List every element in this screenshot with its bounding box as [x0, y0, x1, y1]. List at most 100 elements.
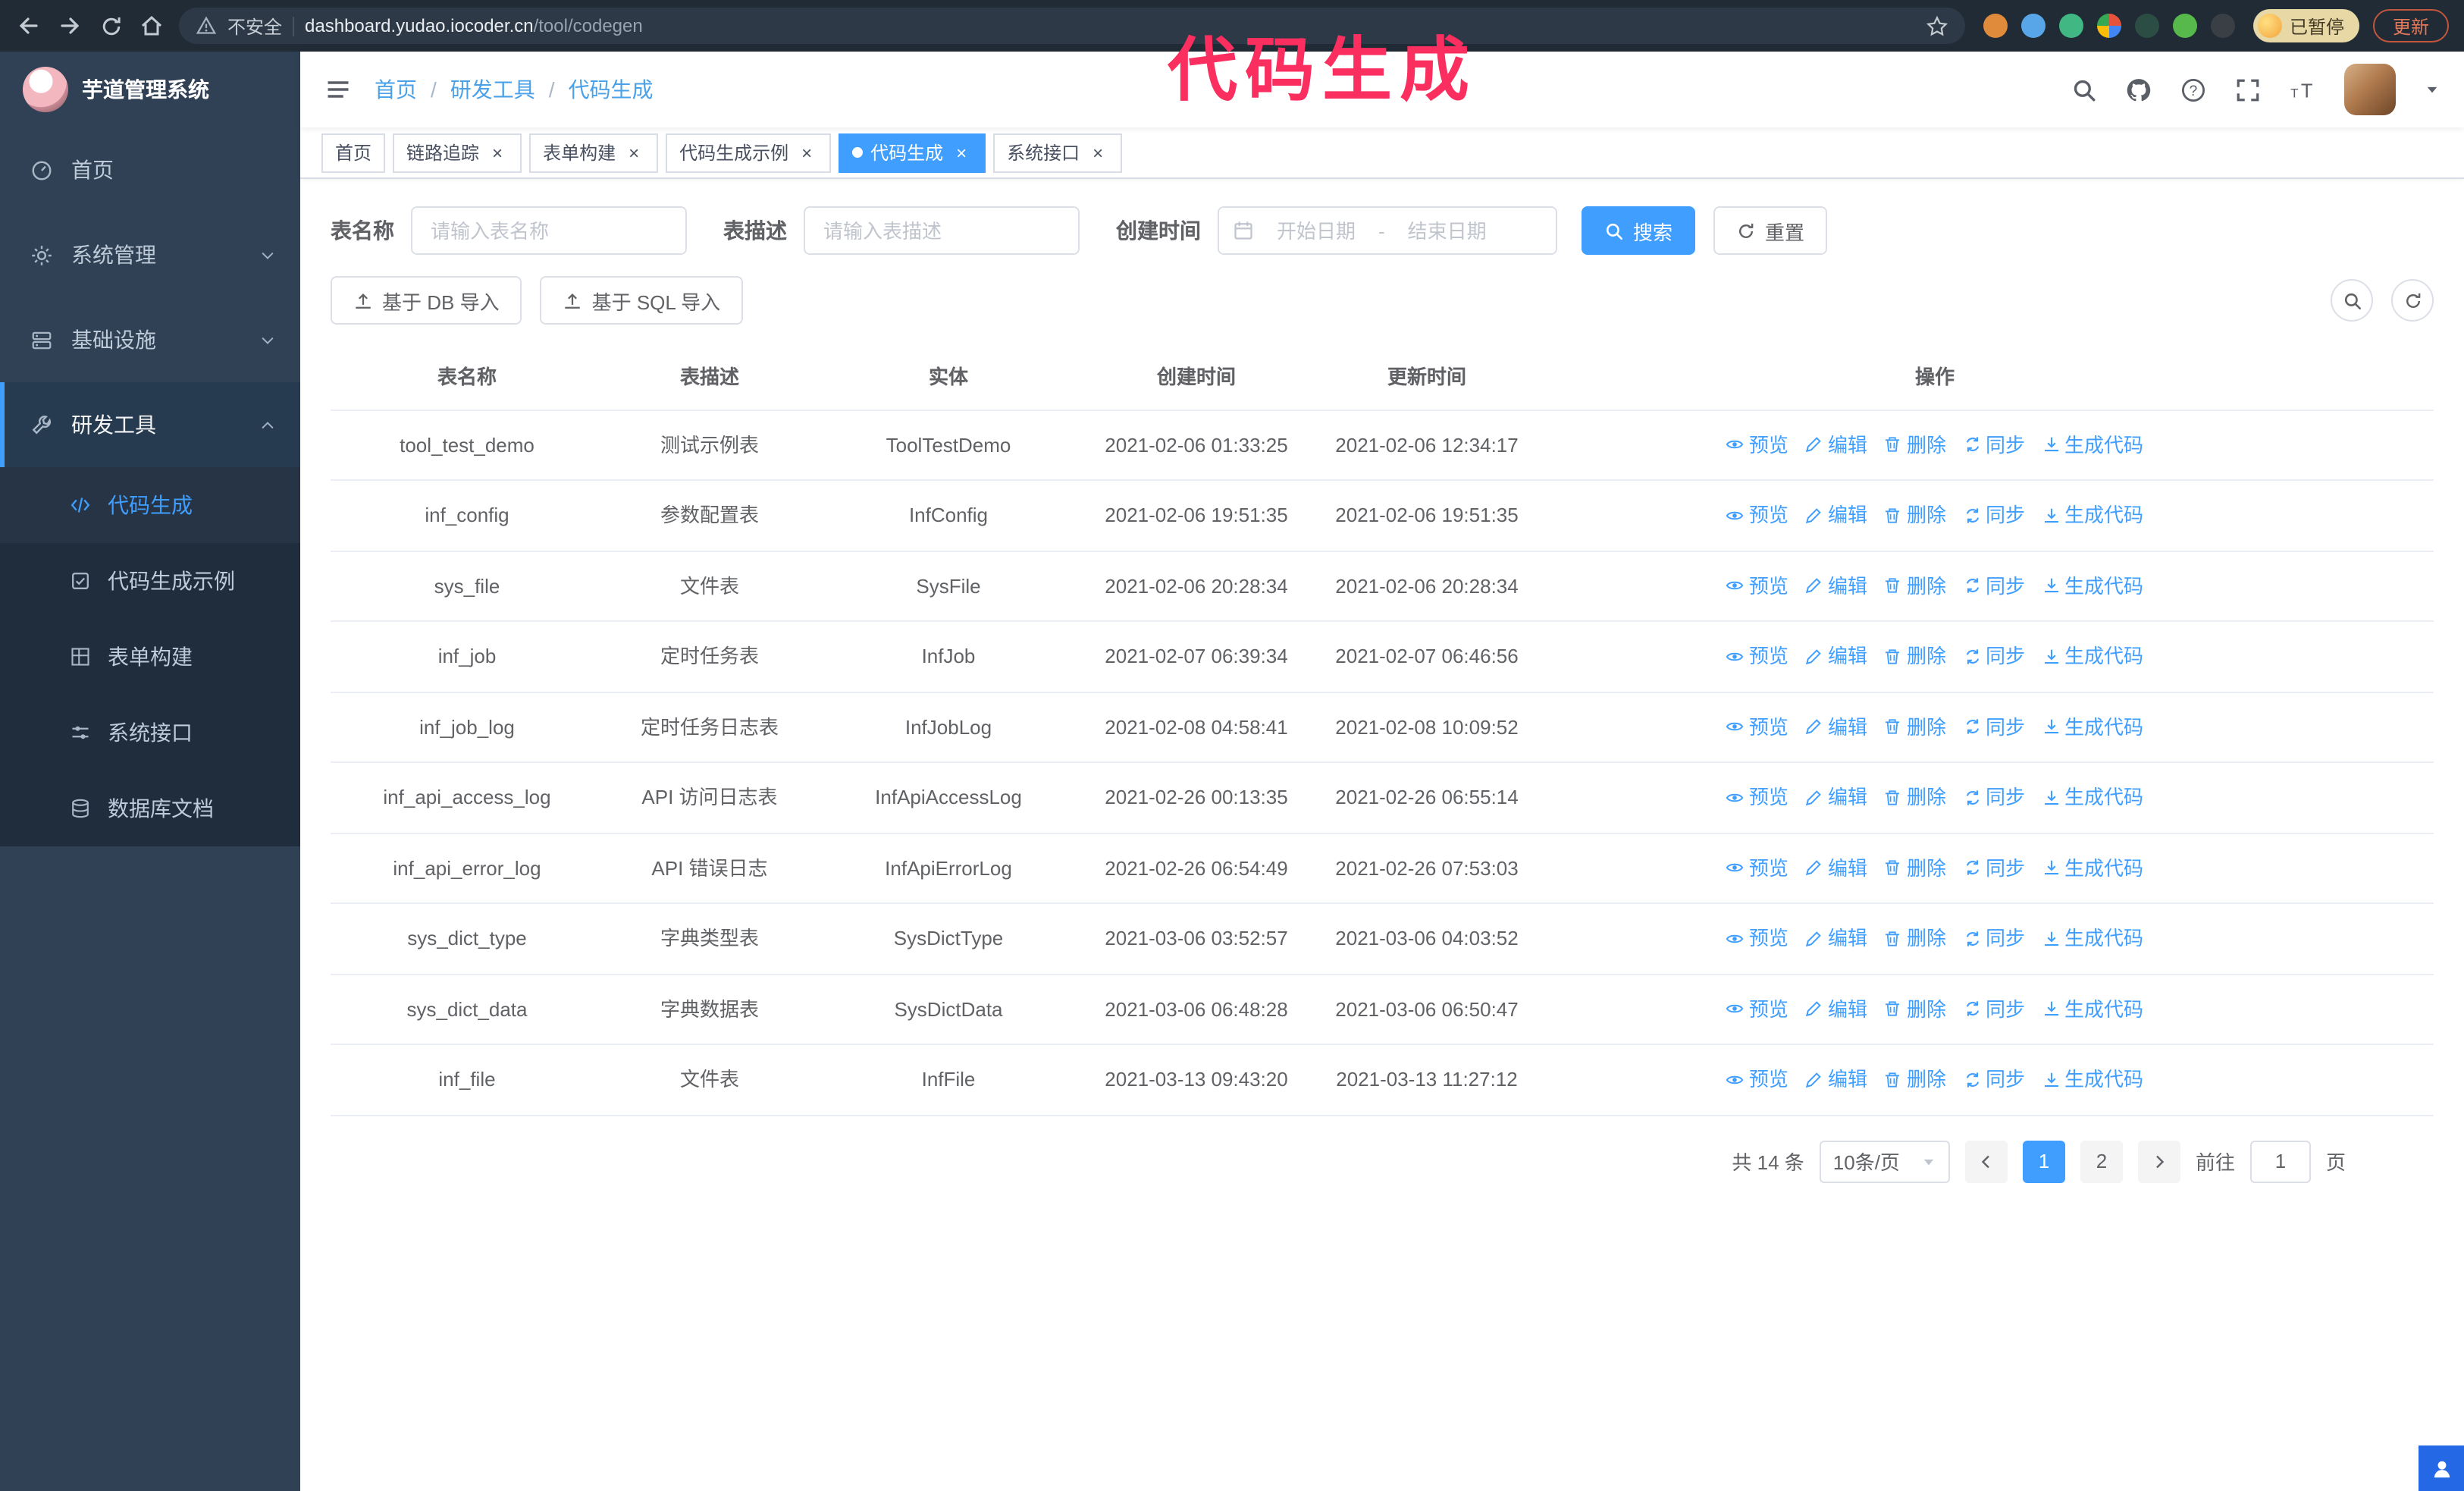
search-icon[interactable] [2071, 77, 2097, 102]
extension-icon-blue[interactable] [2020, 14, 2045, 38]
sidebar-item-form-builder[interactable]: 表单构建 [0, 619, 300, 695]
preview-link[interactable]: 预览 [1726, 642, 1788, 671]
edit-link[interactable]: 编辑 [1805, 712, 1867, 742]
edit-link[interactable]: 编辑 [1805, 853, 1867, 883]
browser-update-button[interactable]: 更新 [2372, 9, 2449, 42]
sync-link[interactable]: 同步 [1963, 571, 2025, 601]
github-icon[interactable] [2126, 77, 2152, 102]
delete-link[interactable]: 删除 [1884, 571, 1946, 601]
generate-code-link[interactable]: 生成代码 [2042, 924, 2143, 953]
sidebar-item-codegen[interactable]: 代码生成 [0, 467, 300, 543]
sync-link[interactable]: 同步 [1963, 994, 2025, 1024]
delete-link[interactable]: 删除 [1884, 642, 1946, 671]
reset-button[interactable]: 重置 [1713, 206, 1828, 255]
close-icon[interactable]: × [623, 142, 644, 163]
sync-link[interactable]: 同步 [1963, 853, 2025, 883]
edit-link[interactable]: 编辑 [1805, 642, 1867, 671]
delete-link[interactable]: 删除 [1884, 430, 1946, 460]
generate-code-link[interactable]: 生成代码 [2042, 642, 2143, 671]
profile-paused-badge[interactable]: 已暂停 [2252, 9, 2359, 42]
delete-link[interactable]: 删除 [1884, 783, 1946, 812]
extension-icon-vue[interactable] [2058, 14, 2083, 38]
generate-code-link[interactable]: 生成代码 [2042, 853, 2143, 883]
reload-button[interactable] [97, 12, 124, 39]
extension-icon-green[interactable] [2172, 14, 2197, 38]
edit-link[interactable]: 编辑 [1805, 783, 1867, 812]
edit-link[interactable]: 编辑 [1805, 994, 1867, 1024]
next-page-button[interactable] [2137, 1140, 2180, 1182]
generate-code-link[interactable]: 生成代码 [2042, 1065, 2143, 1094]
import-sql-button[interactable]: 基于 SQL 导入 [540, 276, 744, 325]
edit-link[interactable]: 编辑 [1805, 1065, 1867, 1094]
preview-link[interactable]: 预览 [1726, 924, 1788, 953]
tab-codegen[interactable]: 代码生成 × [839, 133, 986, 172]
preview-link[interactable]: 预览 [1726, 994, 1788, 1024]
sidebar-item-infra[interactable]: 基础设施 [0, 297, 300, 382]
search-button[interactable]: 搜索 [1582, 206, 1696, 255]
edit-link[interactable]: 编辑 [1805, 924, 1867, 953]
toggle-search-button[interactable] [2331, 279, 2373, 322]
breadcrumb-home[interactable]: 首页 [375, 74, 417, 105]
table-desc-input[interactable] [804, 206, 1080, 255]
forward-button[interactable] [56, 12, 83, 39]
prev-page-button[interactable] [1964, 1140, 2008, 1182]
sync-link[interactable]: 同步 [1963, 642, 2025, 671]
sidebar-item-db-doc[interactable]: 数据库文档 [0, 771, 300, 846]
page-size-select[interactable]: 10条/页 [1819, 1140, 1950, 1182]
refresh-table-button[interactable] [2391, 279, 2434, 322]
sync-link[interactable]: 同步 [1963, 783, 2025, 812]
tab-form-builder[interactable]: 表单构建 × [529, 133, 659, 172]
edit-link[interactable]: 编辑 [1805, 571, 1867, 601]
goto-page-input[interactable] [2249, 1140, 2311, 1182]
tab-api[interactable]: 系统接口 × [993, 133, 1123, 172]
user-avatar[interactable] [2344, 64, 2396, 115]
preview-link[interactable]: 预览 [1726, 853, 1788, 883]
sidebar-item-api[interactable]: 系统接口 [0, 695, 300, 771]
close-icon[interactable]: × [796, 142, 817, 163]
tab-codegen-example[interactable]: 代码生成示例 × [666, 133, 832, 172]
edit-link[interactable]: 编辑 [1805, 501, 1867, 530]
bookmark-star-icon[interactable] [1926, 14, 1948, 37]
delete-link[interactable]: 删除 [1884, 924, 1946, 953]
extension-icon-orange[interactable] [1983, 14, 2008, 38]
end-date-input[interactable] [1392, 219, 1502, 242]
delete-link[interactable]: 删除 [1884, 994, 1946, 1024]
sidebar-item-devtools[interactable]: 研发工具 [0, 382, 300, 467]
close-icon[interactable]: × [1087, 142, 1108, 163]
help-icon[interactable] [2180, 77, 2206, 102]
generate-code-link[interactable]: 生成代码 [2042, 712, 2143, 742]
sync-link[interactable]: 同步 [1963, 501, 2025, 530]
extension-icon-puzzle[interactable] [2210, 14, 2235, 38]
close-icon[interactable]: × [487, 142, 508, 163]
preview-link[interactable]: 预览 [1726, 571, 1788, 601]
sync-link[interactable]: 同步 [1963, 1065, 2025, 1094]
address-bar[interactable]: 不安全 dashboard.yudao.iocoder.cn/tool/code… [179, 8, 1965, 44]
edit-link[interactable]: 编辑 [1805, 430, 1867, 460]
start-date-input[interactable] [1262, 219, 1371, 242]
delete-link[interactable]: 删除 [1884, 501, 1946, 530]
extension-icon-dark-green[interactable] [2134, 14, 2159, 38]
logo[interactable]: 芋道管理系统 [0, 52, 300, 127]
sidebar-item-system[interactable]: 系统管理 [0, 212, 300, 297]
tab-home[interactable]: 首页 [321, 133, 386, 172]
sync-link[interactable]: 同步 [1963, 430, 2025, 460]
sidebar-item-home[interactable]: 首页 [0, 127, 300, 212]
tab-tracing[interactable]: 链路追踪 × [393, 133, 522, 172]
home-button[interactable] [138, 12, 165, 39]
import-db-button[interactable]: 基于 DB 导入 [331, 276, 522, 325]
feedback-float-button[interactable] [2419, 1445, 2464, 1491]
hamburger-icon[interactable] [324, 76, 352, 103]
delete-link[interactable]: 删除 [1884, 1065, 1946, 1094]
preview-link[interactable]: 预览 [1726, 430, 1788, 460]
fullscreen-icon[interactable] [2235, 77, 2261, 102]
preview-link[interactable]: 预览 [1726, 712, 1788, 742]
breadcrumb-devtools[interactable]: 研发工具 [450, 74, 535, 105]
close-icon[interactable]: × [951, 142, 972, 163]
preview-link[interactable]: 预览 [1726, 1065, 1788, 1094]
delete-link[interactable]: 删除 [1884, 853, 1946, 883]
generate-code-link[interactable]: 生成代码 [2042, 783, 2143, 812]
delete-link[interactable]: 删除 [1884, 712, 1946, 742]
page-button-1[interactable]: 1 [2022, 1140, 2065, 1182]
font-size-icon[interactable] [2290, 77, 2315, 102]
preview-link[interactable]: 预览 [1726, 501, 1788, 530]
